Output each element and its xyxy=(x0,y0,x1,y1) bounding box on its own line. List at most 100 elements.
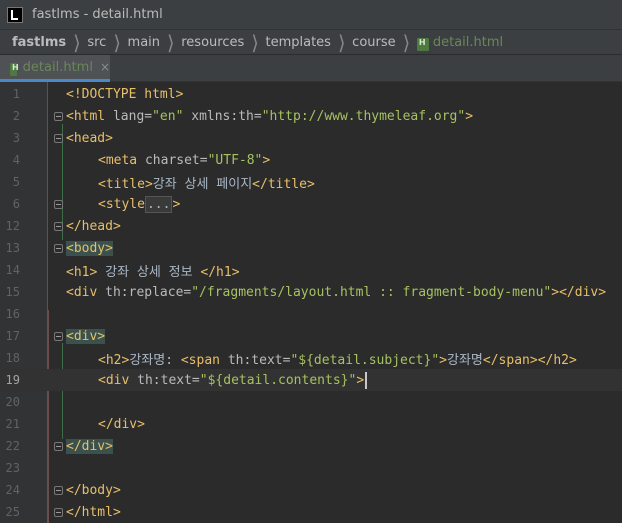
fold-toggle-icon[interactable] xyxy=(54,133,63,143)
code-token: 강좌 상세 페이지 xyxy=(152,176,253,192)
code-line: 17 <div> xyxy=(0,325,622,347)
code-token: > xyxy=(172,196,181,212)
code-token: </div> xyxy=(66,438,113,454)
code-token: th:text= xyxy=(220,352,291,368)
code-line: 24 </body> xyxy=(0,479,622,501)
code-token: </span> xyxy=(482,352,538,368)
editor-tabs: detail.html × xyxy=(0,55,622,82)
code-token: > xyxy=(262,152,271,168)
code-token: <head> xyxy=(66,130,113,146)
code-line: 4 <meta charset="UTF-8"> xyxy=(0,149,622,171)
line-number: 19 xyxy=(5,373,20,387)
fold-toggle-icon[interactable] xyxy=(54,221,63,231)
html-file-icon xyxy=(10,62,18,76)
fold-toggle-icon[interactable] xyxy=(54,243,63,253)
line-number: 16 xyxy=(5,307,20,321)
fold-toggle-icon[interactable] xyxy=(54,199,63,209)
breadcrumb-item-file[interactable]: detail.html xyxy=(433,35,503,50)
chevron-right-icon: ❭ xyxy=(250,31,260,53)
code-token: <style xyxy=(98,196,145,212)
code-token: "/fragments/layout.html :: fragment-body… xyxy=(191,284,552,300)
breadcrumb-item-templates[interactable]: templates xyxy=(265,35,330,50)
code-line: 13 <body> xyxy=(0,237,622,259)
line-number: 6 xyxy=(12,197,20,211)
code-token: > xyxy=(439,352,447,368)
code-token: 강좌명: xyxy=(129,352,181,368)
code-token: th:replace= xyxy=(97,284,192,300)
code-token: <div> xyxy=(66,328,106,344)
code-token: <h2> xyxy=(98,352,130,368)
code-token: </h1> xyxy=(200,264,240,280)
code-token: <html xyxy=(66,108,106,124)
breadcrumb: fastlms ❭ src ❭ main ❭ resources ❭ templ… xyxy=(0,30,622,55)
code-token: <title> xyxy=(98,176,153,192)
code-line: 3 <head> xyxy=(0,127,622,149)
tab-label: detail.html xyxy=(22,59,93,75)
code-token: </div> xyxy=(559,284,607,300)
code-token: </h2> xyxy=(537,352,577,368)
code-token: <body> xyxy=(66,240,113,256)
breadcrumb-item-resources[interactable]: resources xyxy=(181,35,244,50)
line-number: 4 xyxy=(12,153,20,167)
window-title: fastlms - detail.html xyxy=(32,7,163,22)
code-token: th:text= xyxy=(129,372,200,388)
line-number: 2 xyxy=(12,109,20,123)
line-number: 13 xyxy=(5,241,20,255)
line-number: 5 xyxy=(12,175,20,189)
code-line: 18 <h2>강좌명: <span th:text="${detail.subj… xyxy=(0,347,622,369)
code-token: </head> xyxy=(66,218,121,234)
code-token: <meta xyxy=(98,152,138,168)
line-number: 24 xyxy=(5,483,20,497)
line-number: 20 xyxy=(5,395,20,409)
code-token: xmlns:th= xyxy=(183,108,262,124)
collapsed-region[interactable]: ... xyxy=(144,195,173,213)
code-token: > xyxy=(356,372,365,388)
chevron-right-icon: ❭ xyxy=(166,31,176,53)
title-bar: fastlms - detail.html xyxy=(0,0,622,30)
breadcrumb-item-main[interactable]: main xyxy=(128,35,160,50)
code-token: <h1> xyxy=(66,264,98,280)
breadcrumb-item-course[interactable]: course xyxy=(352,35,395,50)
line-number: 17 xyxy=(5,329,20,343)
close-icon[interactable]: × xyxy=(100,60,110,74)
breadcrumb-item-project[interactable]: fastlms xyxy=(12,35,66,50)
line-number: 12 xyxy=(5,219,20,233)
code-token: charset= xyxy=(137,152,208,168)
fold-toggle-icon[interactable] xyxy=(54,507,63,517)
code-token: > xyxy=(551,284,560,300)
code-line: 14 <h1> 강좌 상세 정보 </h1> xyxy=(0,259,622,281)
code-token: </body> xyxy=(66,482,121,498)
code-token: "${detail.contents}" xyxy=(199,372,357,388)
line-number: 22 xyxy=(5,439,20,453)
line-number: 14 xyxy=(5,263,20,277)
fold-toggle-icon[interactable] xyxy=(54,441,63,451)
chevron-right-icon: ❭ xyxy=(112,31,122,53)
code-token: </div> xyxy=(98,416,145,432)
code-line: 12 </head> xyxy=(0,215,622,237)
line-number: 15 xyxy=(5,285,20,299)
code-token: <div xyxy=(66,284,98,300)
code-token: </html> xyxy=(66,504,121,520)
code-token: "${detail.subject}" xyxy=(290,352,440,368)
code-line: 21 </div> xyxy=(0,413,622,435)
fold-toggle-icon[interactable] xyxy=(54,331,63,341)
code-line: 1 <!DOCTYPE html> xyxy=(0,83,622,105)
breadcrumb-item-src[interactable]: src xyxy=(87,35,106,50)
code-token: "en" xyxy=(152,108,184,124)
chevron-right-icon: ❭ xyxy=(401,31,411,53)
code-editor[interactable]: 1 <!DOCTYPE html> 2 <html lang="en" xmln… xyxy=(0,82,622,523)
code-line: 15 <div th:replace="/fragments/layout.ht… xyxy=(0,281,622,303)
code-token: </title> xyxy=(252,176,315,192)
html-file-icon xyxy=(416,37,429,51)
code-line: 23 xyxy=(0,457,622,479)
code-token: <div xyxy=(98,372,130,388)
fold-toggle-icon[interactable] xyxy=(54,485,63,495)
code-token: "UTF-8" xyxy=(207,152,263,168)
code-token: 강좌명 xyxy=(447,352,483,368)
line-number: 1 xyxy=(12,87,20,101)
code-line: 6 <style... > xyxy=(0,193,622,215)
fold-toggle-icon[interactable] xyxy=(54,111,63,121)
code-token: <!DOCTYPE html> xyxy=(66,86,184,102)
text-caret xyxy=(365,371,368,389)
tab-detail-html[interactable]: detail.html × xyxy=(0,55,110,82)
